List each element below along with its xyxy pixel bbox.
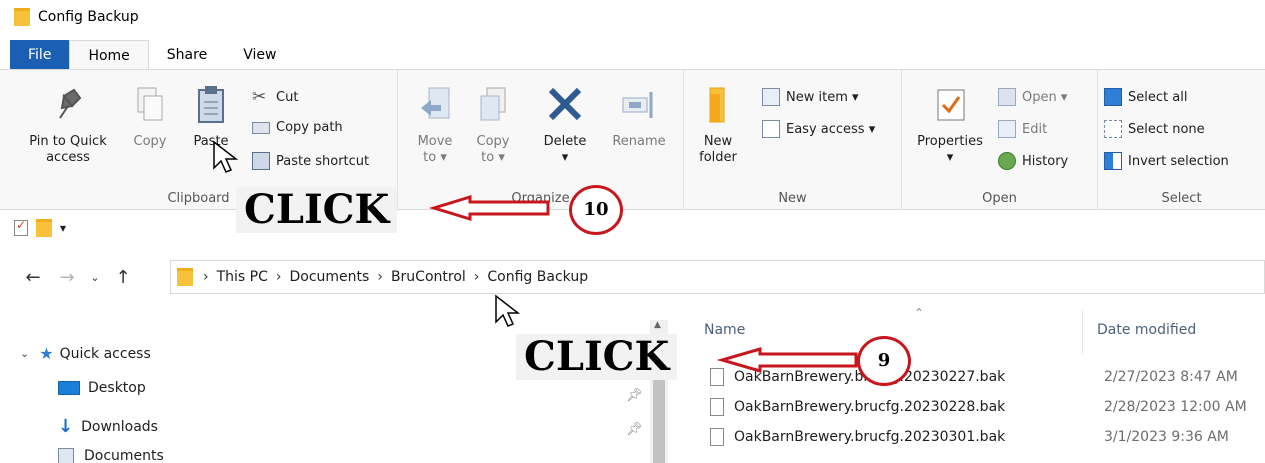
step-9-badge: 9 bbox=[857, 336, 911, 386]
step-10-badge: 10 bbox=[569, 185, 623, 235]
mouse-cursor-icon bbox=[495, 294, 521, 327]
annotation-arrow-10 bbox=[428, 194, 550, 222]
mouse-cursor-icon bbox=[213, 140, 239, 173]
annotation-overlay bbox=[213, 140, 858, 373]
click-annotation-10: CLICK bbox=[236, 187, 398, 233]
annotation-arrow-9 bbox=[716, 347, 858, 373]
click-annotation-9: CLICK bbox=[516, 334, 678, 380]
